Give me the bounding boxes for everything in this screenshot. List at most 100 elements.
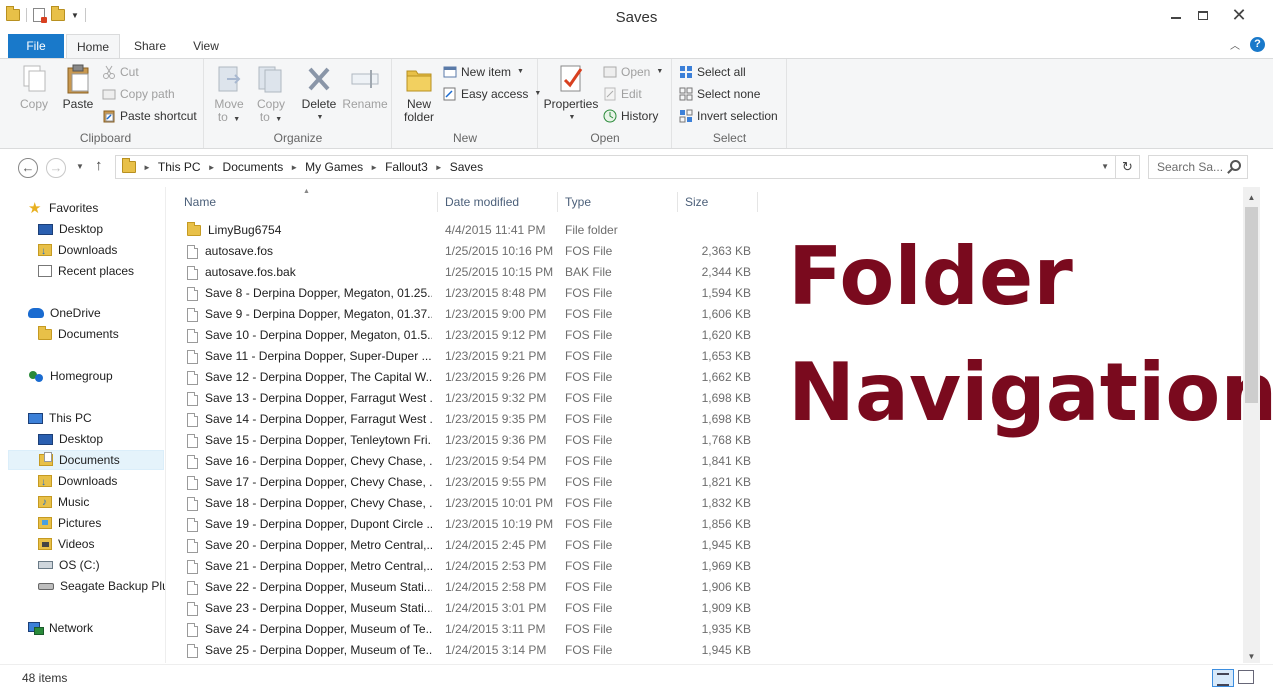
nav-onedrive[interactable]: OneDrive: [28, 303, 101, 323]
breadcrumb-this-pc[interactable]: This PC: [158, 160, 201, 174]
breadcrumb-chevron-icon[interactable]: ►: [290, 163, 298, 172]
new-item-button[interactable]: New item ▼: [443, 63, 524, 81]
scroll-down-arrow-icon[interactable]: ▼: [1243, 648, 1260, 665]
recent-locations-chevron-icon[interactable]: ▼: [76, 162, 84, 171]
table-row[interactable]: Save 11 - Derpina Dopper, Super-Duper ..…: [167, 346, 767, 367]
close-button[interactable]: ✕: [1223, 4, 1255, 26]
table-row[interactable]: Save 10 - Derpina Dopper, Megaton, 01.5.…: [167, 325, 767, 346]
forward-button[interactable]: →: [46, 158, 66, 178]
breadcrumb-chevron-icon[interactable]: ►: [435, 163, 443, 172]
nav-this-pc-label: This PC: [49, 411, 92, 425]
search-box[interactable]: [1148, 155, 1248, 179]
table-row[interactable]: Save 17 - Derpina Dopper, Chevy Chase, .…: [167, 472, 767, 493]
breadcrumb-chevron-icon[interactable]: ►: [208, 163, 216, 172]
easy-access-button[interactable]: Easy access ▼: [443, 85, 541, 103]
new-folder-label-line2: folder: [403, 110, 435, 124]
copy-path-button[interactable]: Copy path: [102, 85, 175, 103]
column-header-size[interactable]: Size: [680, 192, 758, 212]
column-header-date[interactable]: Date modified: [440, 192, 558, 212]
file-size: 2,344 KB: [701, 265, 751, 279]
table-row[interactable]: Save 23 - Derpina Dopper, Museum Stati..…: [167, 598, 767, 619]
nav-network[interactable]: Network: [28, 618, 93, 638]
breadcrumb-saves[interactable]: Saves: [450, 160, 483, 174]
overlay-title-line2: Navigation: [788, 346, 1273, 439]
help-icon[interactable]: ?: [1250, 37, 1265, 52]
table-row[interactable]: Save 8 - Derpina Dopper, Megaton, 01.25.…: [167, 283, 767, 304]
cut-button[interactable]: Cut: [102, 63, 139, 81]
file-icon: [187, 265, 198, 280]
nav-pc-pictures[interactable]: Pictures: [38, 513, 101, 533]
breadcrumb-my-games[interactable]: My Games: [305, 160, 363, 174]
nav-pc-osc[interactable]: OS (C:): [38, 555, 100, 575]
nav-pc-seagate[interactable]: Seagate Backup Plus: [38, 576, 165, 596]
search-input[interactable]: [1157, 156, 1235, 178]
nav-fav-desktop[interactable]: Desktop: [38, 219, 103, 239]
minimize-ribbon-chevron-icon[interactable]: ︿: [1230, 37, 1240, 52]
search-icon[interactable]: [1230, 160, 1241, 171]
tab-view[interactable]: View: [180, 34, 232, 58]
address-history-chevron-icon[interactable]: ▼: [1101, 162, 1109, 171]
edit-button[interactable]: Edit: [603, 85, 642, 103]
column-header-name[interactable]: Name: [179, 192, 438, 212]
nav-homegroup[interactable]: Homegroup: [28, 366, 113, 386]
up-arrow-icon[interactable]: ↑: [95, 157, 103, 174]
table-row[interactable]: Save 16 - Derpina Dopper, Chevy Chase, .…: [167, 451, 767, 472]
address-bar[interactable]: ► This PC ► Documents ► My Games ► Fallo…: [115, 155, 1140, 179]
delete-button[interactable]: Delete ▼: [299, 63, 339, 124]
breadcrumb-fallout3[interactable]: Fallout3: [385, 160, 428, 174]
scroll-up-arrow-icon[interactable]: ▲: [1243, 189, 1260, 206]
nav-pc-downloads[interactable]: Downloads: [38, 471, 117, 493]
open-button[interactable]: Open ▼: [603, 63, 663, 81]
table-row[interactable]: Save 24 - Derpina Dopper, Museum of Te..…: [167, 619, 767, 640]
new-folder-button[interactable]: New folder: [397, 63, 441, 124]
maximize-button[interactable]: [1187, 4, 1219, 26]
nav-fav-recent[interactable]: Recent places: [38, 261, 134, 281]
table-row[interactable]: Save 20 - Derpina Dopper, Metro Central,…: [167, 535, 767, 556]
tab-home[interactable]: Home: [66, 34, 120, 59]
vertical-scrollbar[interactable]: ▲ ▼: [1243, 187, 1260, 663]
table-row[interactable]: Save 14 - Derpina Dopper, Farragut West …: [167, 409, 767, 430]
large-icons-view-icon[interactable]: [1238, 670, 1254, 684]
nav-pc-music[interactable]: Music: [38, 492, 89, 513]
nav-pc-videos[interactable]: Videos: [38, 534, 94, 554]
table-row[interactable]: Save 9 - Derpina Dopper, Megaton, 01.37.…: [167, 304, 767, 325]
nav-onedrive-documents[interactable]: Documents: [38, 324, 119, 344]
table-row[interactable]: autosave.fos 1/25/2015 10:16 PM FOS File 2,…: [167, 241, 767, 262]
table-row[interactable]: LimyBug6754 4/4/2015 11:41 PM File folder: [167, 220, 767, 241]
nav-pc-desktop[interactable]: Desktop: [38, 429, 103, 449]
table-row[interactable]: Save 12 - Derpina Dopper, The Capital W.…: [167, 367, 767, 388]
table-row[interactable]: Save 21 - Derpina Dopper, Metro Central,…: [167, 556, 767, 577]
refresh-icon[interactable]: ↻: [1115, 156, 1139, 178]
paste-shortcut-button[interactable]: Paste shortcut: [102, 107, 197, 125]
table-row[interactable]: autosave.fos.bak 1/25/2015 10:15 PM BAK Fi…: [167, 262, 767, 283]
copy-to-button[interactable]: Copy to ▼: [251, 63, 291, 126]
rename-button[interactable]: Rename: [341, 63, 389, 111]
nav-favorites[interactable]: ★ Favorites: [28, 198, 98, 218]
back-button[interactable]: ←: [18, 158, 38, 178]
scroll-thumb[interactable]: [1245, 207, 1258, 403]
table-row[interactable]: Save 13 - Derpina Dopper, Farragut West …: [167, 388, 767, 409]
invert-selection-button[interactable]: Invert selection: [679, 107, 778, 125]
nav-this-pc[interactable]: This PC: [28, 408, 92, 428]
select-all-button[interactable]: Select all: [679, 63, 746, 81]
table-row[interactable]: Save 22 - Derpina Dopper, Museum Stati..…: [167, 577, 767, 598]
nav-pc-documents[interactable]: Documents: [8, 450, 164, 470]
details-view-icon[interactable]: [1212, 669, 1234, 687]
column-header-type[interactable]: Type: [560, 192, 678, 212]
table-row[interactable]: Save 18 - Derpina Dopper, Chevy Chase, .…: [167, 493, 767, 514]
breadcrumb-documents[interactable]: Documents: [223, 160, 284, 174]
breadcrumb-chevron-icon[interactable]: ►: [370, 163, 378, 172]
history-button[interactable]: History: [603, 107, 658, 125]
table-row[interactable]: Save 19 - Derpina Dopper, Dupont Circle …: [167, 514, 767, 535]
breadcrumb-chevron-icon[interactable]: ►: [143, 163, 151, 172]
tab-file[interactable]: File: [8, 34, 64, 58]
table-row[interactable]: Save 15 - Derpina Dopper, Tenleytown Fri…: [167, 430, 767, 451]
copy-button[interactable]: Copy: [14, 63, 54, 111]
properties-button[interactable]: Properties ▼: [543, 63, 599, 124]
nav-fav-downloads[interactable]: Downloads: [38, 240, 117, 262]
tab-share[interactable]: Share: [124, 34, 176, 58]
paste-button[interactable]: Paste: [58, 63, 98, 111]
table-row[interactable]: Save 25 - Derpina Dopper, Museum of Te..…: [167, 640, 767, 661]
move-to-button[interactable]: Move to ▼: [209, 63, 249, 126]
select-none-button[interactable]: Select none: [679, 85, 760, 103]
